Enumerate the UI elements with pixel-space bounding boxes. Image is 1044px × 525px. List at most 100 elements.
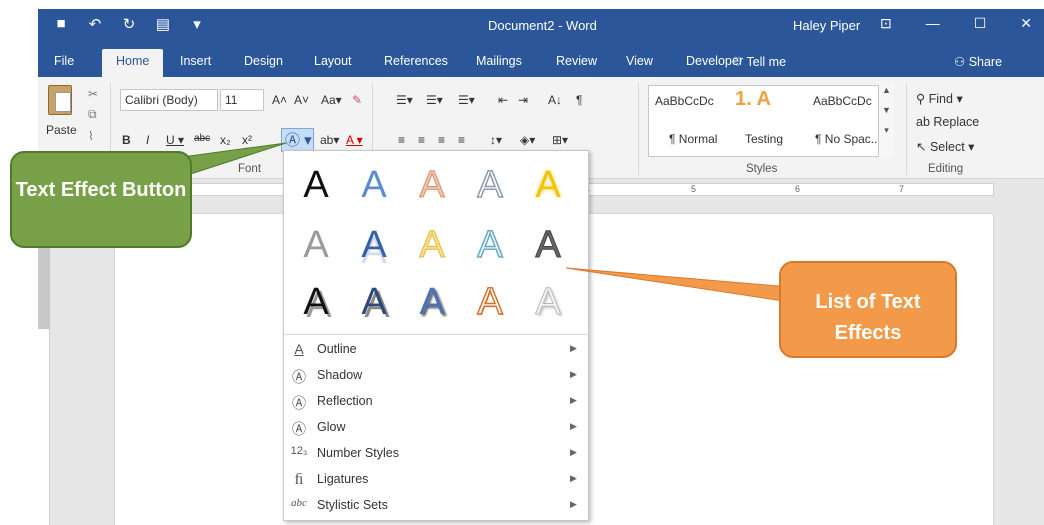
highlight-icon[interactable]: ab▾ <box>320 133 339 147</box>
align-left-icon[interactable]: ≡ <box>398 133 405 147</box>
replace-button[interactable]: ab Replace <box>916 115 979 129</box>
text-effect-tile[interactable]: A <box>292 278 340 326</box>
font-color-icon[interactable]: A ▾ <box>346 133 363 147</box>
text-effect-tile[interactable]: A <box>408 161 456 209</box>
tab-layout[interactable]: Layout <box>314 54 352 68</box>
redo-icon[interactable]: ↻ <box>120 15 138 33</box>
ligatures-icon: ﬁ <box>294 471 304 488</box>
text-effects-button[interactable]: Ⓐ ▾ <box>281 128 314 152</box>
text-effects-icon: Ⓐ <box>285 132 301 149</box>
copy-icon[interactable]: ⧉ <box>88 107 97 122</box>
style-no-spacing[interactable]: ¶ No Spac... <box>815 132 881 146</box>
quick-access-toolbar: ■ ↶ ↻ ▤ ▾ <box>52 15 206 33</box>
decrease-indent-icon[interactable]: ⇤ <box>498 93 508 107</box>
ruler-number: 5 <box>691 184 699 194</box>
text-effect-tile[interactable]: A <box>524 161 572 209</box>
bullets-icon[interactable]: ☰▾ <box>396 93 413 107</box>
maximize-icon[interactable]: ☐ <box>974 15 987 32</box>
reflection-icon: Ⓐ <box>292 395 306 411</box>
submenu-arrow-icon: ▶ <box>570 447 577 457</box>
format-painter-icon[interactable]: ⌇ <box>88 129 94 143</box>
font-size-box[interactable]: 11 <box>220 89 264 111</box>
menu-item-outline[interactable]: A Outline ▶ <box>284 337 588 363</box>
shading-icon[interactable]: ◈▾ <box>520 133 535 147</box>
style-normal-preview[interactable]: AaBbCcDc <box>655 94 714 108</box>
style-no-spacing-preview[interactable]: AaBbCcDc <box>813 94 872 108</box>
text-effect-tile[interactable]: A <box>466 161 514 209</box>
italic-icon[interactable]: I <box>146 133 149 147</box>
sort-icon[interactable]: A↓ <box>548 93 562 107</box>
numbering-icon[interactable]: ☰▾ <box>426 93 443 107</box>
submenu-arrow-icon: ▶ <box>570 343 577 353</box>
person-icon: ⚇ <box>954 55 969 69</box>
shrink-font-icon[interactable]: A˅ <box>294 93 309 107</box>
find-button[interactable]: ⚲ Find ▾ <box>916 91 963 106</box>
menu-item-reflection[interactable]: Ⓐ Reflection ▶ <box>284 389 588 415</box>
superscript-icon[interactable]: x² <box>242 133 252 147</box>
close-icon[interactable]: ✕ <box>1020 15 1032 32</box>
paste-button-label[interactable]: Paste <box>46 123 77 137</box>
paste-icon[interactable] <box>48 85 72 115</box>
menu-item-number-styles[interactable]: 12₃ Number Styles ▶ <box>284 441 588 467</box>
text-effect-tile[interactable]: A <box>524 221 572 269</box>
tab-view[interactable]: View <box>626 54 653 68</box>
styles-scroll[interactable]: ▲ ▼ ▾ <box>878 85 894 157</box>
form-icon[interactable]: ▤ <box>154 15 172 33</box>
separator <box>638 83 639 175</box>
change-case-icon[interactable]: Aa▾ <box>321 93 342 107</box>
style-testing[interactable]: Testing <box>745 132 783 146</box>
menu-item-stylistic-sets[interactable]: abc Stylistic Sets ▶ <box>284 493 588 519</box>
center-icon[interactable]: ≡ <box>418 133 425 147</box>
text-effect-tile[interactable]: A <box>350 278 398 326</box>
menu-item-glow[interactable]: Ⓐ Glow ▶ <box>284 415 588 441</box>
align-right-icon[interactable]: ≡ <box>438 133 445 147</box>
style-normal[interactable]: ¶ Normal <box>669 132 717 146</box>
text-effect-tile[interactable]: A <box>466 278 514 326</box>
text-effect-tile[interactable]: A <box>350 221 398 269</box>
undo-icon[interactable]: ↶ <box>86 15 104 33</box>
user-name[interactable]: Haley Piper <box>793 18 860 33</box>
tell-me-search[interactable]: ♡ Tell me <box>732 54 786 69</box>
tab-insert[interactable]: Insert <box>180 54 211 68</box>
text-effect-tile[interactable]: A <box>292 221 340 269</box>
strikethrough-icon[interactable]: abc <box>194 133 210 144</box>
save-icon[interactable]: ■ <box>52 15 70 33</box>
style-testing-preview[interactable]: 1. A <box>735 88 771 111</box>
outline-icon: A <box>294 341 304 357</box>
show-formatting-icon[interactable]: ¶ <box>576 93 582 107</box>
menu-item-ligatures[interactable]: ﬁ Ligatures ▶ <box>284 467 588 493</box>
bold-icon[interactable]: B <box>122 133 131 147</box>
multilevel-list-icon[interactable]: ☰▾ <box>458 93 475 107</box>
tab-design[interactable]: Design <box>244 54 283 68</box>
line-spacing-icon[interactable]: ↕▾ <box>490 133 502 147</box>
tab-file[interactable]: File <box>54 54 74 68</box>
select-button[interactable]: ↖ Select ▾ <box>916 139 974 154</box>
justify-icon[interactable]: ≡ <box>458 133 465 147</box>
tab-mailings[interactable]: Mailings <box>476 54 522 68</box>
text-effect-tile[interactable]: A <box>350 161 398 209</box>
grow-font-icon[interactable]: A˄ <box>272 93 287 107</box>
font-name-box[interactable]: Calibri (Body) <box>120 89 218 111</box>
text-effect-tile[interactable]: A <box>408 221 456 269</box>
title-bar: ■ ↶ ↻ ▤ ▾ Document2 - Word Haley Piper ⊡… <box>38 9 1044 45</box>
text-effect-tile[interactable]: A <box>292 161 340 209</box>
clear-formatting-icon[interactable]: ✎ <box>352 93 362 107</box>
share-button[interactable]: ⚇ Share <box>954 54 1002 69</box>
minimize-icon[interactable]: — <box>926 15 940 32</box>
underline-icon[interactable]: U ▾ <box>166 133 184 147</box>
text-effect-tile[interactable]: A <box>524 278 572 326</box>
tab-home[interactable]: Home <box>102 49 164 77</box>
cut-icon[interactable]: ✂ <box>88 87 98 101</box>
ribbon-display-icon[interactable]: ⊡ <box>880 15 892 32</box>
subscript-icon[interactable]: x₂ <box>220 133 231 147</box>
tab-review[interactable]: Review <box>556 54 597 68</box>
submenu-arrow-icon: ▶ <box>570 473 577 483</box>
tab-references[interactable]: References <box>384 54 448 68</box>
text-effect-button-callout: Text Effect Button <box>10 151 192 248</box>
menu-item-shadow[interactable]: Ⓐ Shadow ▶ <box>284 363 588 389</box>
text-effect-tile[interactable]: A <box>408 278 456 326</box>
customize-icon[interactable]: ▾ <box>188 15 206 33</box>
borders-icon[interactable]: ⊞▾ <box>552 133 568 147</box>
text-effect-tile[interactable]: A <box>466 221 514 269</box>
increase-indent-icon[interactable]: ⇥ <box>518 93 528 107</box>
